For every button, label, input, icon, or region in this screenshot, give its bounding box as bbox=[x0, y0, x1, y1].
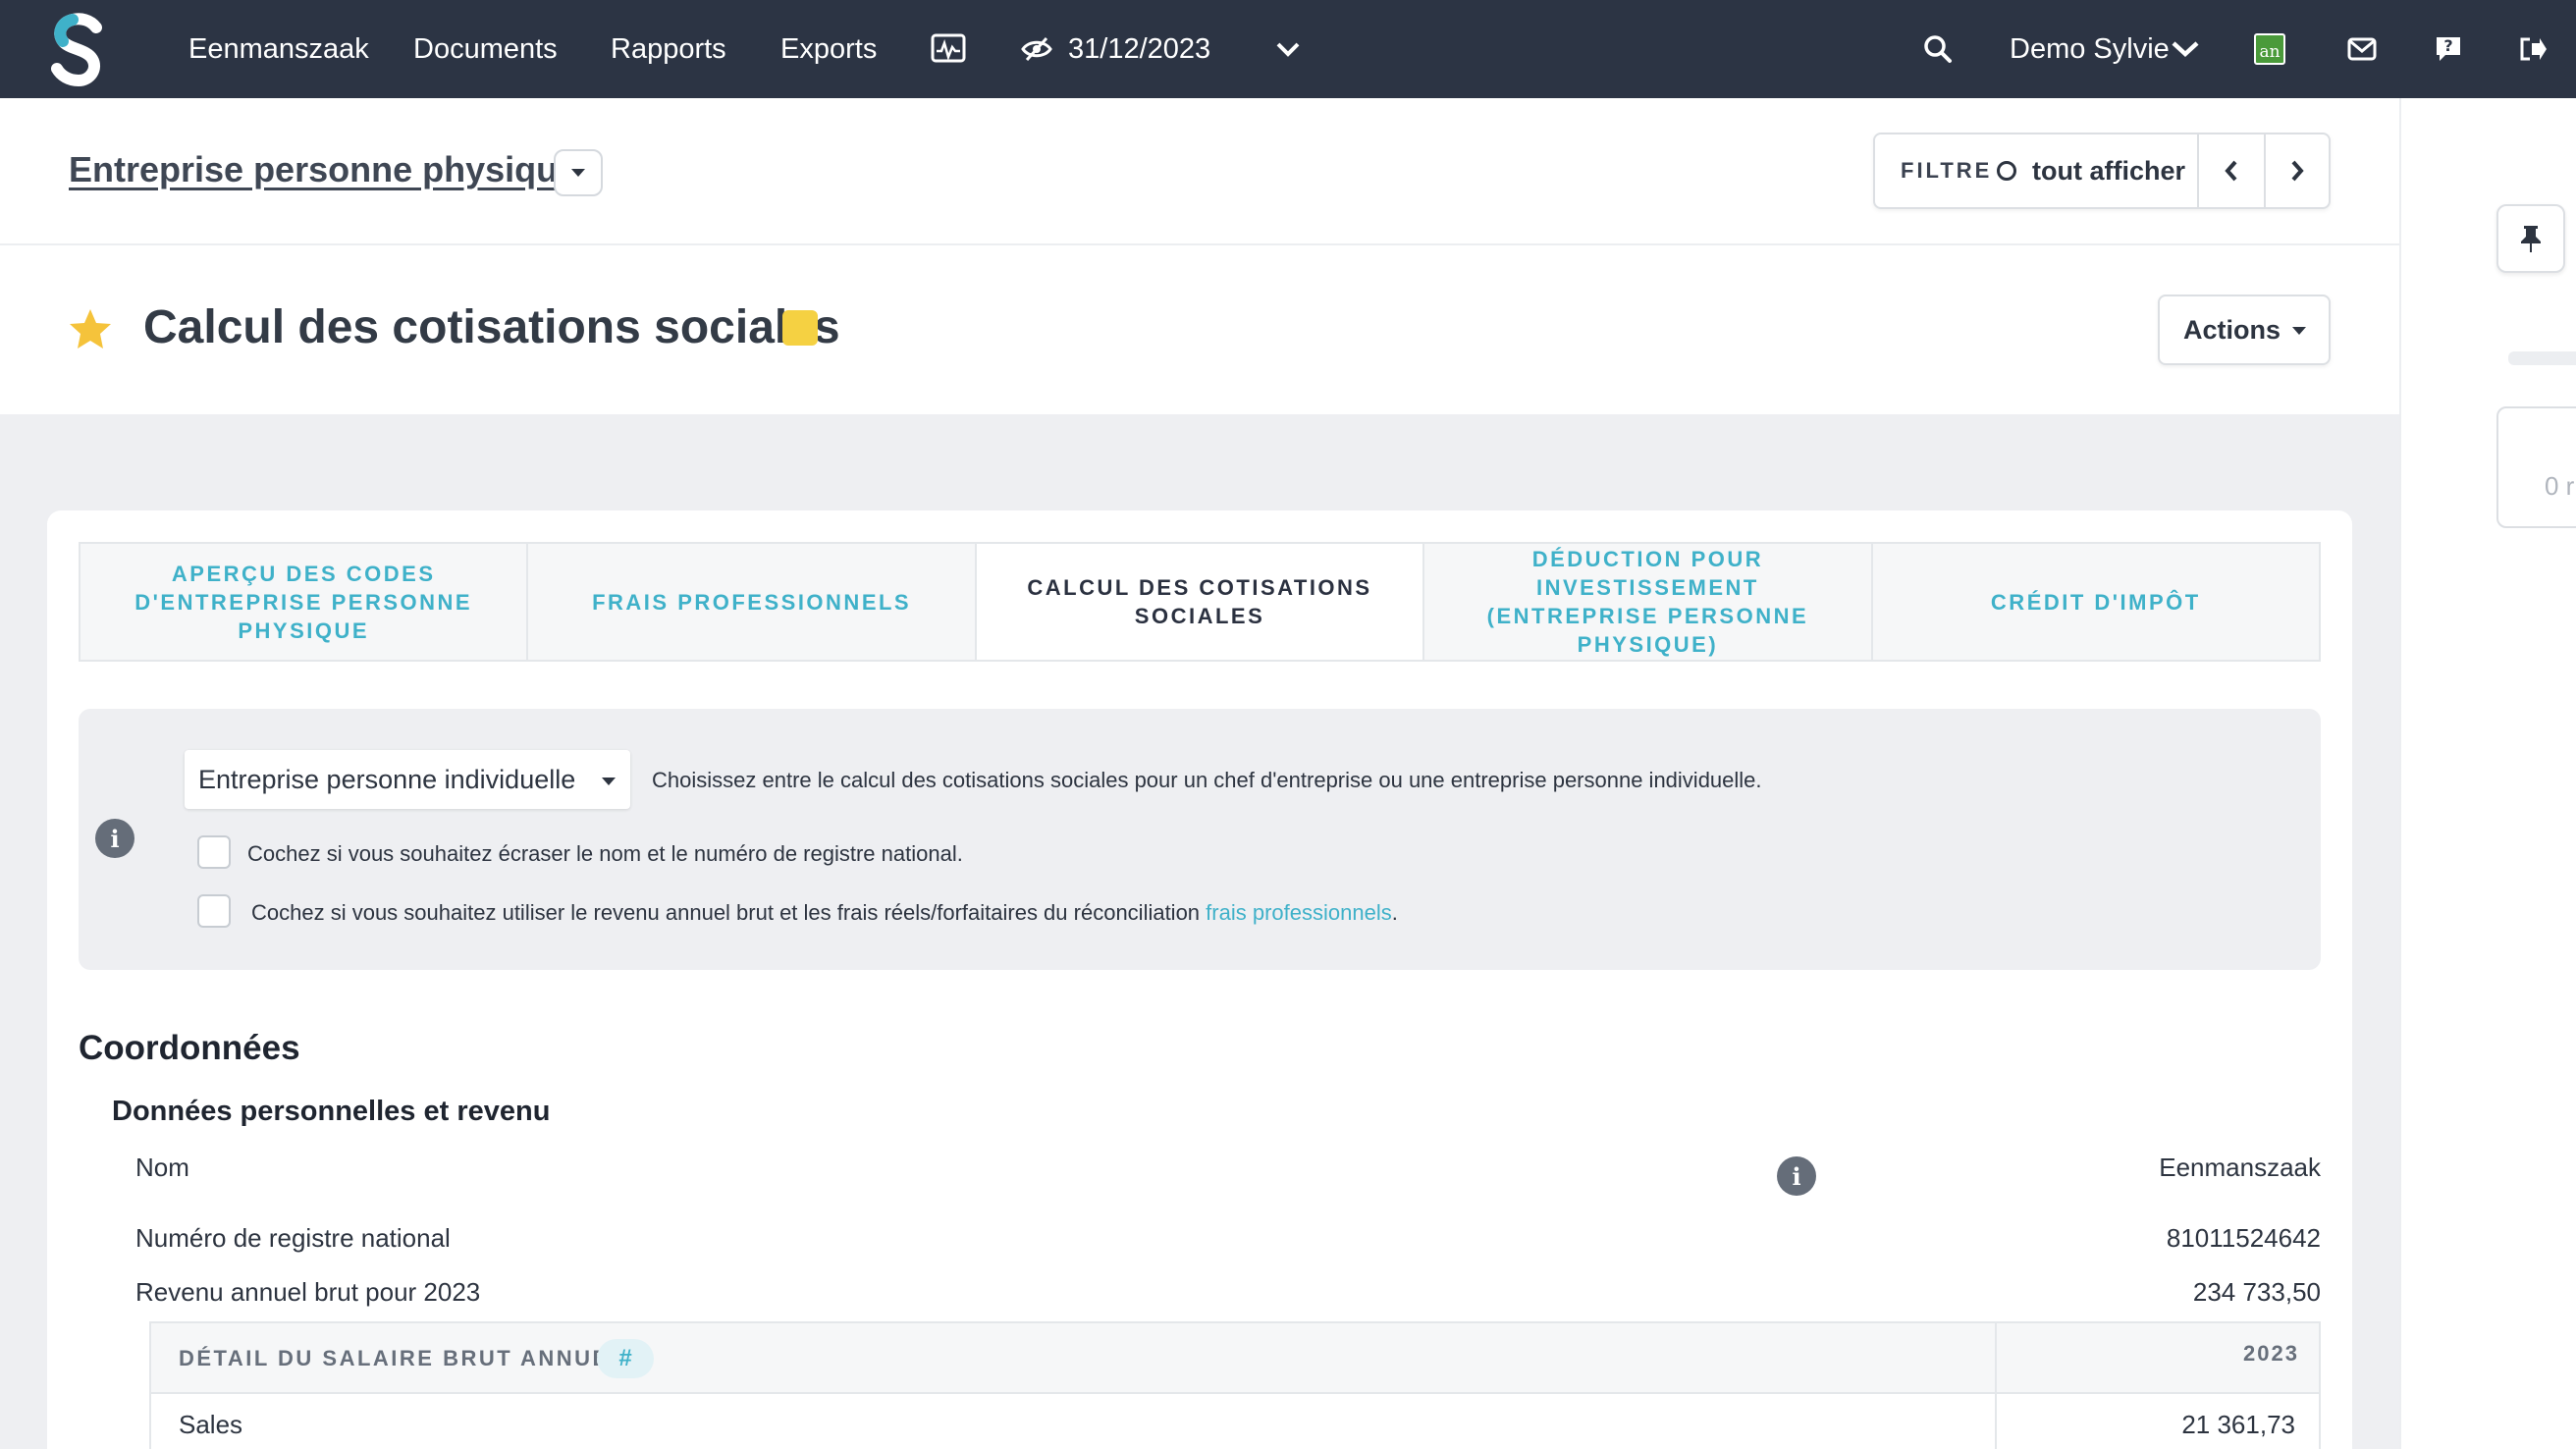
right-panel bbox=[2399, 98, 2576, 1449]
help-icon[interactable]: ? bbox=[2429, 29, 2468, 69]
nav-eenmanszaak[interactable]: Eenmanszaak bbox=[188, 0, 369, 98]
salary-detail-title: DÉTAIL DU SALAIRE BRUT ANNUEL bbox=[179, 1346, 625, 1370]
entity-type-select[interactable]: Entreprise personne individuelle bbox=[185, 750, 630, 809]
column-divider bbox=[1995, 1323, 1997, 1449]
app-badge-text: an bbox=[2254, 33, 2285, 65]
row-value-nom: Eenmanszaak bbox=[2159, 1153, 2321, 1182]
salary-detail-year: 2023 bbox=[2243, 1341, 2299, 1366]
actions-button[interactable]: Actions bbox=[2158, 295, 2331, 365]
table-row-value: 21 361,73 bbox=[2181, 1410, 2295, 1439]
right-panel-card[interactable] bbox=[2496, 406, 2576, 528]
nav-documents[interactable]: Documents bbox=[413, 0, 558, 98]
table-row-label: Sales bbox=[179, 1410, 243, 1439]
user-chevron-down-icon[interactable] bbox=[2166, 29, 2205, 69]
right-panel-bar bbox=[2508, 351, 2576, 365]
search-icon[interactable] bbox=[1918, 29, 1958, 69]
chevron-right-icon bbox=[2291, 160, 2304, 182]
row-value-revenu: 234 733,50 bbox=[2192, 1277, 2321, 1307]
dashboard-icon[interactable] bbox=[929, 29, 968, 69]
filter-label: FILTRE bbox=[1901, 158, 1993, 183]
filter-next-button[interactable] bbox=[2264, 134, 2329, 207]
breadcrumb[interactable]: Entreprise personne physique bbox=[69, 149, 577, 190]
app-badge-icon[interactable]: an bbox=[2250, 29, 2289, 69]
row-value-registre: 81011524642 bbox=[2166, 1223, 2321, 1253]
row-label-revenu: Revenu annuel brut pour 2023 bbox=[135, 1277, 481, 1307]
salary-detail-header: DÉTAIL DU SALAIRE BRUT ANNUEL # 2023 bbox=[151, 1323, 2319, 1394]
use-revenue-label-suffix: . bbox=[1391, 900, 1398, 925]
chevron-left-icon bbox=[2225, 160, 2237, 182]
filter-prev-button[interactable] bbox=[2197, 134, 2264, 207]
section-title-coordonnees: Coordonnées bbox=[79, 1029, 300, 1067]
row-label-nom: Nom bbox=[135, 1153, 189, 1182]
user-menu[interactable]: Demo Sylvie bbox=[2010, 0, 2170, 98]
caret-down-icon bbox=[602, 778, 616, 785]
mail-icon[interactable] bbox=[2342, 29, 2382, 69]
chevron-down-icon[interactable] bbox=[1268, 29, 1308, 69]
nav-exports[interactable]: Exports bbox=[780, 0, 877, 98]
use-revenue-label: Cochez si vous souhaitez utiliser le rev… bbox=[251, 900, 1398, 926]
pin-button[interactable] bbox=[2496, 204, 2565, 273]
overwrite-name-checkbox[interactable] bbox=[197, 835, 231, 869]
salary-detail-table: DÉTAIL DU SALAIRE BRUT ANNUEL # 2023 Sal… bbox=[149, 1321, 2321, 1449]
right-panel-text: 0 r bbox=[2545, 471, 2575, 501]
caret-down-icon bbox=[571, 169, 585, 177]
breadcrumb-dropdown[interactable] bbox=[554, 149, 603, 196]
favorite-star-icon[interactable] bbox=[67, 306, 114, 353]
subsection-title: Données personnelles et revenu bbox=[112, 1096, 551, 1127]
logout-icon[interactable] bbox=[2513, 29, 2552, 69]
entity-type-value: Entreprise personne individuelle bbox=[198, 765, 576, 794]
tab-deduction-investissement[interactable]: DÉDUCTION POUR INVESTISSEMENT (ENTREPRIS… bbox=[1424, 544, 1873, 660]
eye-slash-icon[interactable] bbox=[1019, 29, 1054, 69]
page-title: Calcul des cotisations sociales bbox=[143, 301, 840, 353]
entity-type-help: Choisissez entre le calcul des cotisatio… bbox=[652, 768, 1762, 792]
row-label-registre: Numéro de registre national bbox=[135, 1223, 451, 1253]
nav-rapports[interactable]: Rapports bbox=[611, 0, 726, 98]
tab-calcul-cotisations[interactable]: CALCUL DES COTISATIONS SOCIALES bbox=[976, 544, 1425, 660]
tab-bar: APERÇU DES CODES D'ENTREPRISE PERSONNE P… bbox=[79, 542, 2321, 662]
frais-professionnels-link[interactable]: frais professionnels bbox=[1206, 900, 1392, 925]
use-revenue-checkbox[interactable] bbox=[197, 894, 231, 928]
pin-icon bbox=[2521, 226, 2541, 252]
info-icon[interactable]: i bbox=[95, 819, 134, 858]
info-icon[interactable]: i bbox=[1777, 1156, 1816, 1196]
filter-radio-icon[interactable] bbox=[1997, 161, 2016, 181]
settings-panel bbox=[79, 709, 2321, 970]
actions-label: Actions bbox=[2183, 315, 2281, 345]
svg-text:?: ? bbox=[2443, 36, 2452, 55]
tab-credit-impot[interactable]: CRÉDIT D'IMPÔT bbox=[1873, 544, 2319, 660]
color-tag[interactable] bbox=[782, 310, 818, 346]
header-divider bbox=[0, 243, 2399, 245]
nav-period-date[interactable]: 31/12/2023 bbox=[1068, 0, 1210, 98]
tab-apercu-codes[interactable]: APERÇU DES CODES D'ENTREPRISE PERSONNE P… bbox=[80, 544, 529, 660]
caret-down-icon bbox=[2292, 327, 2306, 335]
top-navbar: Eenmanszaak Documents Rapports Exports 3… bbox=[0, 0, 2576, 98]
use-revenue-label-prefix: Cochez si vous souhaitez utiliser le rev… bbox=[251, 900, 1207, 925]
tab-frais-professionnels[interactable]: FRAIS PROFESSIONNELS bbox=[528, 544, 977, 660]
filter-control: FILTRE tout afficher bbox=[1873, 133, 2331, 209]
hash-badge[interactable]: # bbox=[597, 1339, 654, 1378]
overwrite-name-label: Cochez si vous souhaitez écraser le nom … bbox=[247, 841, 963, 866]
app-logo[interactable] bbox=[51, 12, 104, 86]
filter-value[interactable]: tout afficher bbox=[2032, 134, 2185, 207]
